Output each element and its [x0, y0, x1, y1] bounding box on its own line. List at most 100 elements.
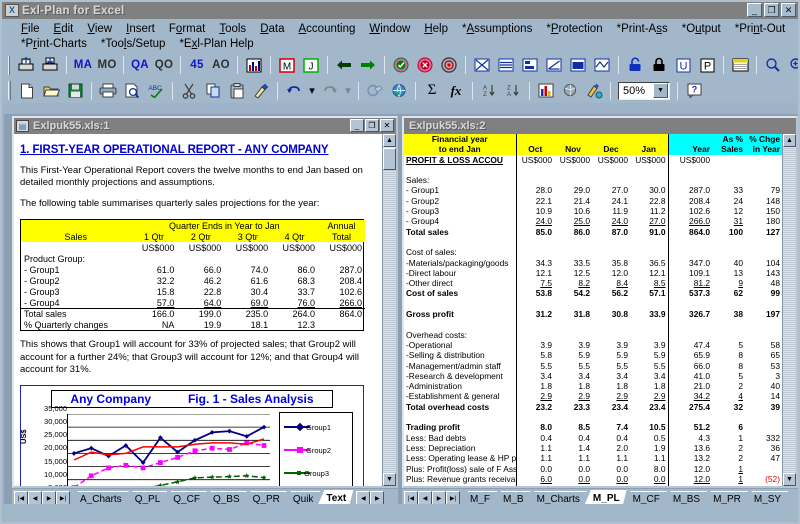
prev-sheet-button[interactable]: ◀	[418, 491, 432, 505]
map-icon[interactable]	[559, 80, 581, 102]
menu-item-accounting[interactable]: Accounting	[292, 23, 363, 35]
menu-item-protection[interactable]: *Protection	[539, 23, 609, 35]
hyperlink-icon[interactable]	[364, 80, 386, 102]
last-sheet-button[interactable]: ▶|	[56, 491, 70, 505]
print-icon[interactable]	[97, 80, 119, 102]
save-icon[interactable]	[64, 80, 86, 102]
forward-arrow-icon[interactable]	[357, 54, 379, 76]
undo-dropdown-icon[interactable]: ▾	[307, 80, 317, 102]
last-sheet-button[interactable]: ▶|	[446, 491, 460, 505]
u-button[interactable]: U	[672, 54, 694, 76]
menu-item-data[interactable]: Data	[253, 23, 291, 35]
autosum-icon[interactable]: Σ	[421, 80, 443, 102]
menu-item-edit[interactable]: Edit	[47, 23, 81, 35]
close-button[interactable]: ✕	[781, 3, 796, 17]
zoom-icon[interactable]	[762, 54, 784, 76]
menu-item-help[interactable]: Help	[417, 23, 455, 35]
cross-chart-icon[interactable]	[471, 54, 493, 76]
chevron-down-icon[interactable]: ▼	[653, 82, 668, 98]
right-vertical-scrollbar[interactable]: ▲ ▼	[782, 134, 796, 486]
open-file-icon[interactable]	[40, 80, 62, 102]
print-preview-icon[interactable]	[121, 80, 143, 102]
menu-item-output[interactable]: *Output	[675, 23, 728, 35]
lock-icon[interactable]	[648, 54, 670, 76]
menu-item-format[interactable]: Format	[162, 23, 212, 35]
next-sheet-button[interactable]: ▶	[42, 491, 56, 505]
45-button[interactable]: 45	[186, 54, 208, 76]
first-sheet-button[interactable]: |◀	[14, 491, 28, 505]
restore-button[interactable]: ❐	[764, 3, 779, 17]
back-arrow-icon[interactable]	[333, 54, 355, 76]
undo-icon[interactable]	[283, 80, 305, 102]
menu-item-exlplanhelp[interactable]: *Exl-Plan Help	[172, 38, 260, 50]
cut-icon[interactable]	[178, 80, 200, 102]
chart-wizard-icon[interactable]	[535, 80, 557, 102]
print-output-icon[interactable]	[39, 54, 61, 76]
p-button[interactable]: P	[696, 54, 718, 76]
menu-item-tools[interactable]: Tools	[212, 23, 253, 35]
menu-item-window[interactable]: Window	[362, 23, 417, 35]
m-button[interactable]: M	[276, 54, 298, 76]
spelling-icon[interactable]: ABC	[145, 80, 167, 102]
qa-button[interactable]: QA	[129, 54, 151, 76]
paste-icon[interactable]	[226, 80, 248, 102]
tab-scroll-left-button[interactable]: ◀	[356, 491, 371, 505]
minimize-button[interactable]: _	[747, 3, 762, 17]
check-circle-icon[interactable]	[390, 54, 412, 76]
next-sheet-button[interactable]: ▶	[432, 491, 446, 505]
menu-item-charts[interactable]: *Charts	[792, 23, 798, 35]
line-chart-icon[interactable]	[543, 54, 565, 76]
scroll-down-button[interactable]: ▼	[383, 473, 396, 486]
prev-sheet-button[interactable]: ◀	[28, 491, 42, 505]
document-window-left-titlebar[interactable]: ▤ Exlpuk55.xls:1 _ ❐ ✕	[14, 118, 396, 134]
scroll-up-button[interactable]: ▲	[383, 134, 396, 147]
toolbar-grip[interactable]	[8, 55, 10, 75]
zoom-in-icon[interactable]	[786, 54, 798, 76]
cancel-circle-icon[interactable]	[414, 54, 436, 76]
first-sheet-button[interactable]: |◀	[404, 491, 418, 505]
scroll-down-button[interactable]: ▼	[783, 473, 796, 486]
web-toolbar-icon[interactable]	[388, 80, 410, 102]
help-icon[interactable]: ?	[683, 80, 705, 102]
rows-icon[interactable]	[495, 54, 517, 76]
resize-grip[interactable]	[784, 507, 798, 521]
toolbar-grip[interactable]	[8, 81, 11, 100]
doc-minimize-button[interactable]: _	[350, 119, 364, 132]
sales-analysis-chart[interactable]: Any Company Fig. 1 - Sales Analysis 35,0…	[19, 384, 364, 486]
scroll-thumb[interactable]	[383, 148, 396, 170]
sort-ascending-icon[interactable]: AZ	[478, 80, 500, 102]
area-chart-icon[interactable]	[591, 54, 613, 76]
menu-item-view[interactable]: View	[80, 23, 119, 35]
redo-icon[interactable]	[319, 80, 341, 102]
doc-maximize-button[interactable]: ❐	[365, 119, 379, 132]
zoom-combo[interactable]: 50% ▼	[618, 81, 670, 100]
redo-dropdown-icon[interactable]: ▾	[343, 80, 353, 102]
profit-loss-sheet[interactable]: Financial year As %% Chge to end Jan Oct Nov…	[404, 134, 782, 486]
format-painter-icon[interactable]	[250, 80, 272, 102]
unlock-icon[interactable]	[624, 54, 646, 76]
drawing-icon[interactable]	[583, 80, 605, 102]
menu-item-file[interactable]: File	[14, 23, 47, 35]
menu-item-toolssetup[interactable]: *Tools/Setup	[94, 38, 173, 50]
fill-chart-icon[interactable]	[567, 54, 589, 76]
print-assumptions-icon[interactable]	[15, 54, 37, 76]
tab-scroll-right-button[interactable]: ▶	[370, 491, 385, 505]
j-button[interactable]: J	[300, 54, 322, 76]
paste-function-icon[interactable]: fx	[445, 80, 467, 102]
copy-icon[interactable]	[202, 80, 224, 102]
menu-item-printass[interactable]: *Print-Ass	[610, 23, 675, 35]
menu-item-insert[interactable]: Insert	[119, 23, 162, 35]
menu-item-printout[interactable]: *Print-Out	[728, 23, 793, 35]
document-window-right-titlebar[interactable]: Exlpuk55.xls:2	[404, 118, 796, 134]
mo-button[interactable]: MO	[96, 54, 118, 76]
bar-chart-icon[interactable]	[243, 54, 265, 76]
new-file-icon[interactable]	[16, 80, 38, 102]
menu-item-printcharts[interactable]: *Print-Charts	[14, 38, 94, 50]
calendar-icon[interactable]	[729, 54, 751, 76]
left-vertical-scrollbar[interactable]: ▲ ▼	[382, 134, 396, 486]
qo-button[interactable]: QO	[153, 54, 175, 76]
scroll-up-button[interactable]: ▲	[783, 134, 796, 147]
menu-item-assumptions[interactable]: *Assumptions	[455, 23, 539, 35]
doc-close-button[interactable]: ✕	[380, 119, 394, 132]
target-icon[interactable]	[438, 54, 460, 76]
